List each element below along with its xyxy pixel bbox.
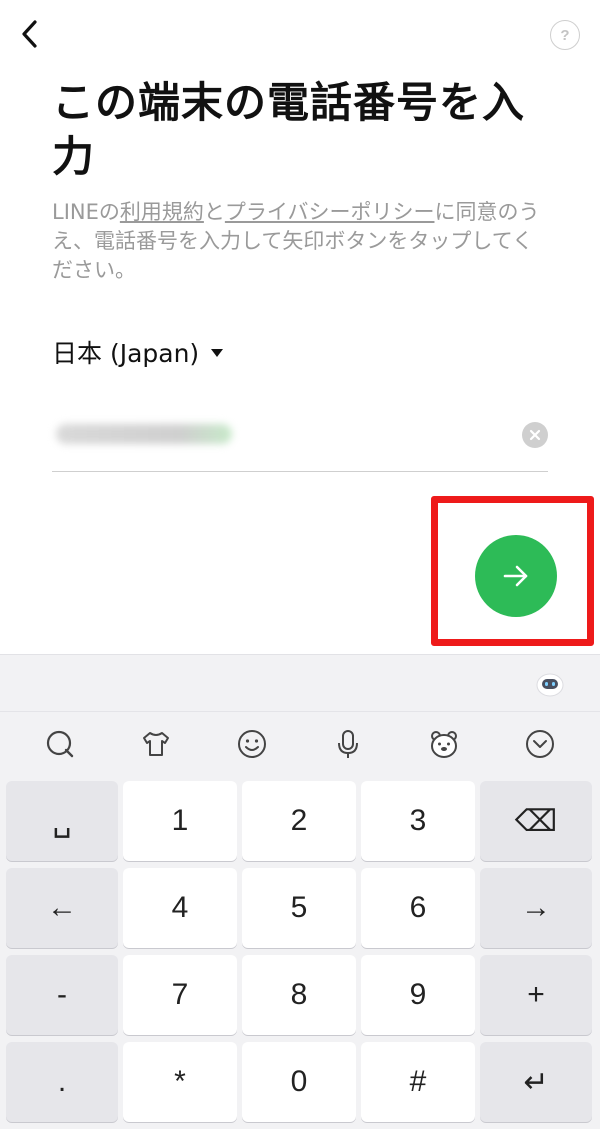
key-6[interactable]: 6: [361, 868, 475, 948]
keyboard-toolbar: [0, 711, 600, 775]
arrow-right-icon: [503, 565, 528, 587]
key-space[interactable]: ␣: [6, 781, 118, 861]
next-arrow-button[interactable]: [475, 535, 557, 617]
privacy-policy-link[interactable]: プライバシーポリシー: [225, 200, 435, 224]
key-3[interactable]: 3: [361, 781, 475, 861]
key-right[interactable]: →: [480, 868, 592, 948]
key-5[interactable]: 5: [242, 868, 356, 948]
desc-prefix: LINEの: [52, 200, 120, 224]
key-4[interactable]: 4: [123, 868, 237, 948]
country-label: 日本 (Japan): [52, 339, 200, 368]
key-hash[interactable]: #: [361, 1042, 475, 1122]
terms-link[interactable]: 利用規約: [120, 200, 204, 224]
mic-icon[interactable]: [328, 724, 368, 764]
key-2[interactable]: 2: [242, 781, 356, 861]
terms-description: LINEの利用規約とプライバシーポリシーに同意のうえ、電話番号を入力して矢印ボタ…: [52, 198, 552, 285]
emoji-icon[interactable]: [232, 724, 272, 764]
key-1[interactable]: 1: [123, 781, 237, 861]
key-period[interactable]: .: [6, 1042, 118, 1122]
bear-sticker-icon[interactable]: [424, 724, 464, 764]
keypad: ␣ 1 2 3 ⌫ ← 4 5 6 → -7 8 9 +. * 0 # ↵: [6, 781, 594, 1122]
search-icon[interactable]: [40, 724, 80, 764]
help-button[interactable]: ?: [550, 20, 580, 50]
key-0[interactable]: 0: [242, 1042, 356, 1122]
clear-input-button[interactable]: [522, 422, 548, 448]
key-8[interactable]: 8: [242, 955, 356, 1035]
shirt-icon[interactable]: [136, 724, 176, 764]
keyboard-top-bar: [0, 655, 600, 711]
phone-number-field[interactable]: [52, 400, 548, 472]
desc-and: と: [203, 200, 225, 224]
key-backspace[interactable]: ⌫: [480, 781, 592, 861]
numeric-keyboard: ␣ 1 2 3 ⌫ ← 4 5 6 → -7 8 9 +. * 0 # ↵: [0, 654, 600, 1129]
key-asterisk[interactable]: *: [123, 1042, 237, 1122]
country-selector[interactable]: 日本 (Japan): [52, 334, 224, 370]
collapse-icon[interactable]: [520, 724, 560, 764]
key-7[interactable]: 7: [123, 955, 237, 1035]
assistant-robot-icon[interactable]: [534, 667, 566, 699]
key-minus[interactable]: -: [6, 955, 118, 1035]
dropdown-triangle-icon: [211, 349, 224, 357]
back-button[interactable]: [14, 18, 46, 50]
key-enter[interactable]: ↵: [480, 1042, 592, 1122]
key-9[interactable]: 9: [361, 955, 475, 1035]
chevron-left-icon: [22, 20, 37, 48]
blurred-phone-number: [56, 424, 232, 444]
page-title: この端末の電話番号を入力: [52, 78, 526, 181]
key-left[interactable]: ←: [6, 868, 118, 948]
close-icon: [529, 429, 541, 441]
key-plus[interactable]: +: [480, 955, 592, 1035]
